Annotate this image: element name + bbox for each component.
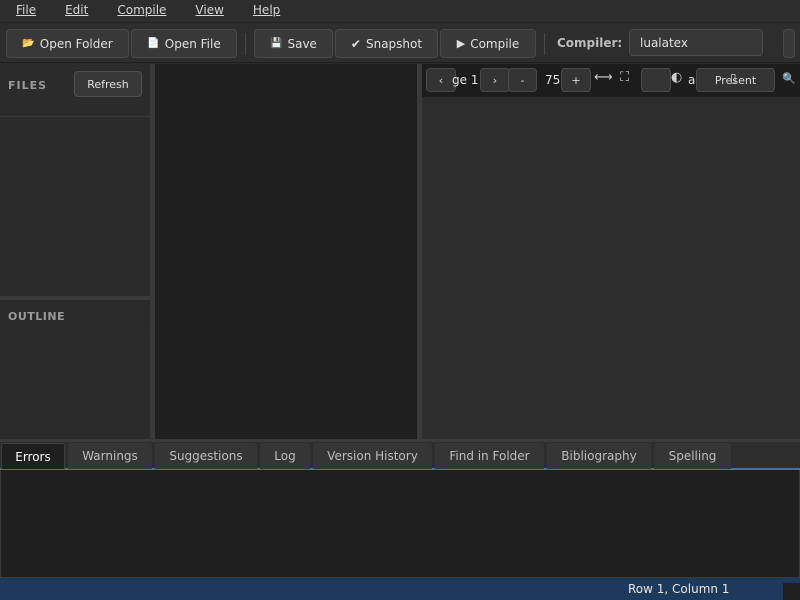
- viewer-partial-label: a: [688, 73, 696, 87]
- toolbar: 📂 Open Folder 📄 Open File 💾 Save ✔ Snaps…: [0, 22, 800, 63]
- menu-edit-label: Edit: [65, 3, 89, 17]
- open-folder-button[interactable]: 📂 Open Folder: [6, 29, 129, 58]
- fit-page-icon[interactable]: ⛶: [620, 70, 629, 85]
- menu-view-label: View: [195, 3, 224, 17]
- tab-suggestions[interactable]: Suggestions: [155, 443, 257, 469]
- refresh-button[interactable]: Refresh: [74, 71, 142, 97]
- outline-title: OUTLINE: [8, 310, 66, 323]
- menu-view[interactable]: View: [179, 0, 236, 22]
- tab-spelling[interactable]: Spelling: [654, 443, 731, 469]
- open-file-button[interactable]: 📄 Open File: [131, 29, 237, 58]
- tab-log[interactable]: Log: [260, 443, 310, 469]
- tab-warnings[interactable]: Warnings: [68, 443, 152, 469]
- tab-version-history[interactable]: Version History: [313, 443, 432, 469]
- zoom-out-button[interactable]: -: [508, 68, 537, 92]
- pdf-viewer: ‹ ge 1 › - 75 + ⟷ ⛶ ◐ a Present ▯ 🔍: [422, 64, 800, 439]
- page-indicator: ge 1: [452, 73, 479, 87]
- folder-icon: 📂: [22, 37, 35, 49]
- menu-help[interactable]: Help: [237, 0, 293, 22]
- files-title: FILES: [8, 79, 48, 92]
- open-folder-label: Open Folder: [39, 36, 113, 51]
- compile-label: Compile: [470, 36, 520, 51]
- menu-compile-label: Compile: [117, 3, 167, 17]
- menu-edit[interactable]: Edit: [49, 0, 101, 22]
- resize-grip[interactable]: [783, 583, 800, 600]
- save-button[interactable]: 💾 Save: [254, 29, 333, 58]
- errors-pane: [0, 470, 800, 578]
- next-page-button[interactable]: ›: [480, 68, 510, 92]
- checkmark-icon: ✔: [350, 36, 361, 51]
- editor-pane[interactable]: [155, 64, 417, 439]
- cursor-position: Row 1, Column 1: [628, 582, 730, 596]
- toolbar-overflow-button[interactable]: [783, 29, 795, 58]
- snapshot-label: Snapshot: [365, 36, 423, 51]
- compiler-label: Compiler:: [557, 36, 623, 50]
- outline-header: OUTLINE: [0, 300, 150, 330]
- toolbar-divider: [544, 33, 545, 55]
- open-file-label: Open File: [164, 36, 221, 51]
- file-icon: 📄: [147, 37, 160, 49]
- toolbar-divider: [245, 33, 246, 55]
- contrast-icon[interactable]: ◐: [671, 70, 682, 85]
- menu-file-label: File: [16, 3, 37, 17]
- play-icon: ▶: [456, 37, 466, 50]
- menu-file[interactable]: File: [0, 0, 49, 22]
- search-icon[interactable]: 🔍: [782, 72, 796, 85]
- bottom-tabs: Errors Warnings Suggestions Log Version …: [0, 442, 800, 470]
- status-bar: Row 1, Column 1: [0, 578, 800, 600]
- viewer-mode-button[interactable]: [641, 68, 671, 92]
- fit-width-icon[interactable]: ⟷: [594, 70, 613, 85]
- menu-help-label: Help: [252, 3, 281, 17]
- files-panel: FILES Refresh: [0, 64, 150, 298]
- zoom-level: 75: [545, 73, 561, 87]
- outline-panel: OUTLINE: [0, 300, 150, 438]
- save-label: Save: [287, 36, 317, 51]
- files-divider: [0, 116, 150, 117]
- zoom-in-button[interactable]: +: [561, 68, 591, 92]
- floppy-disk-icon: 💾: [270, 37, 283, 49]
- tab-bibliography[interactable]: Bibliography: [547, 443, 651, 469]
- page-icon[interactable]: ▯: [730, 71, 737, 85]
- tab-find-in-folder[interactable]: Find in Folder: [435, 443, 544, 469]
- snapshot-button[interactable]: ✔ Snapshot: [335, 29, 438, 58]
- compile-button[interactable]: ▶ Compile: [440, 29, 536, 58]
- compiler-select[interactable]: lualatex: [629, 29, 763, 56]
- menu-compile[interactable]: Compile: [101, 0, 179, 22]
- tab-errors[interactable]: Errors: [1, 443, 65, 469]
- menubar: File Edit Compile View Help: [0, 0, 800, 22]
- viewer-toolbar: ‹ ge 1 › - 75 + ⟷ ⛶ ◐ a Present ▯ 🔍: [422, 64, 800, 97]
